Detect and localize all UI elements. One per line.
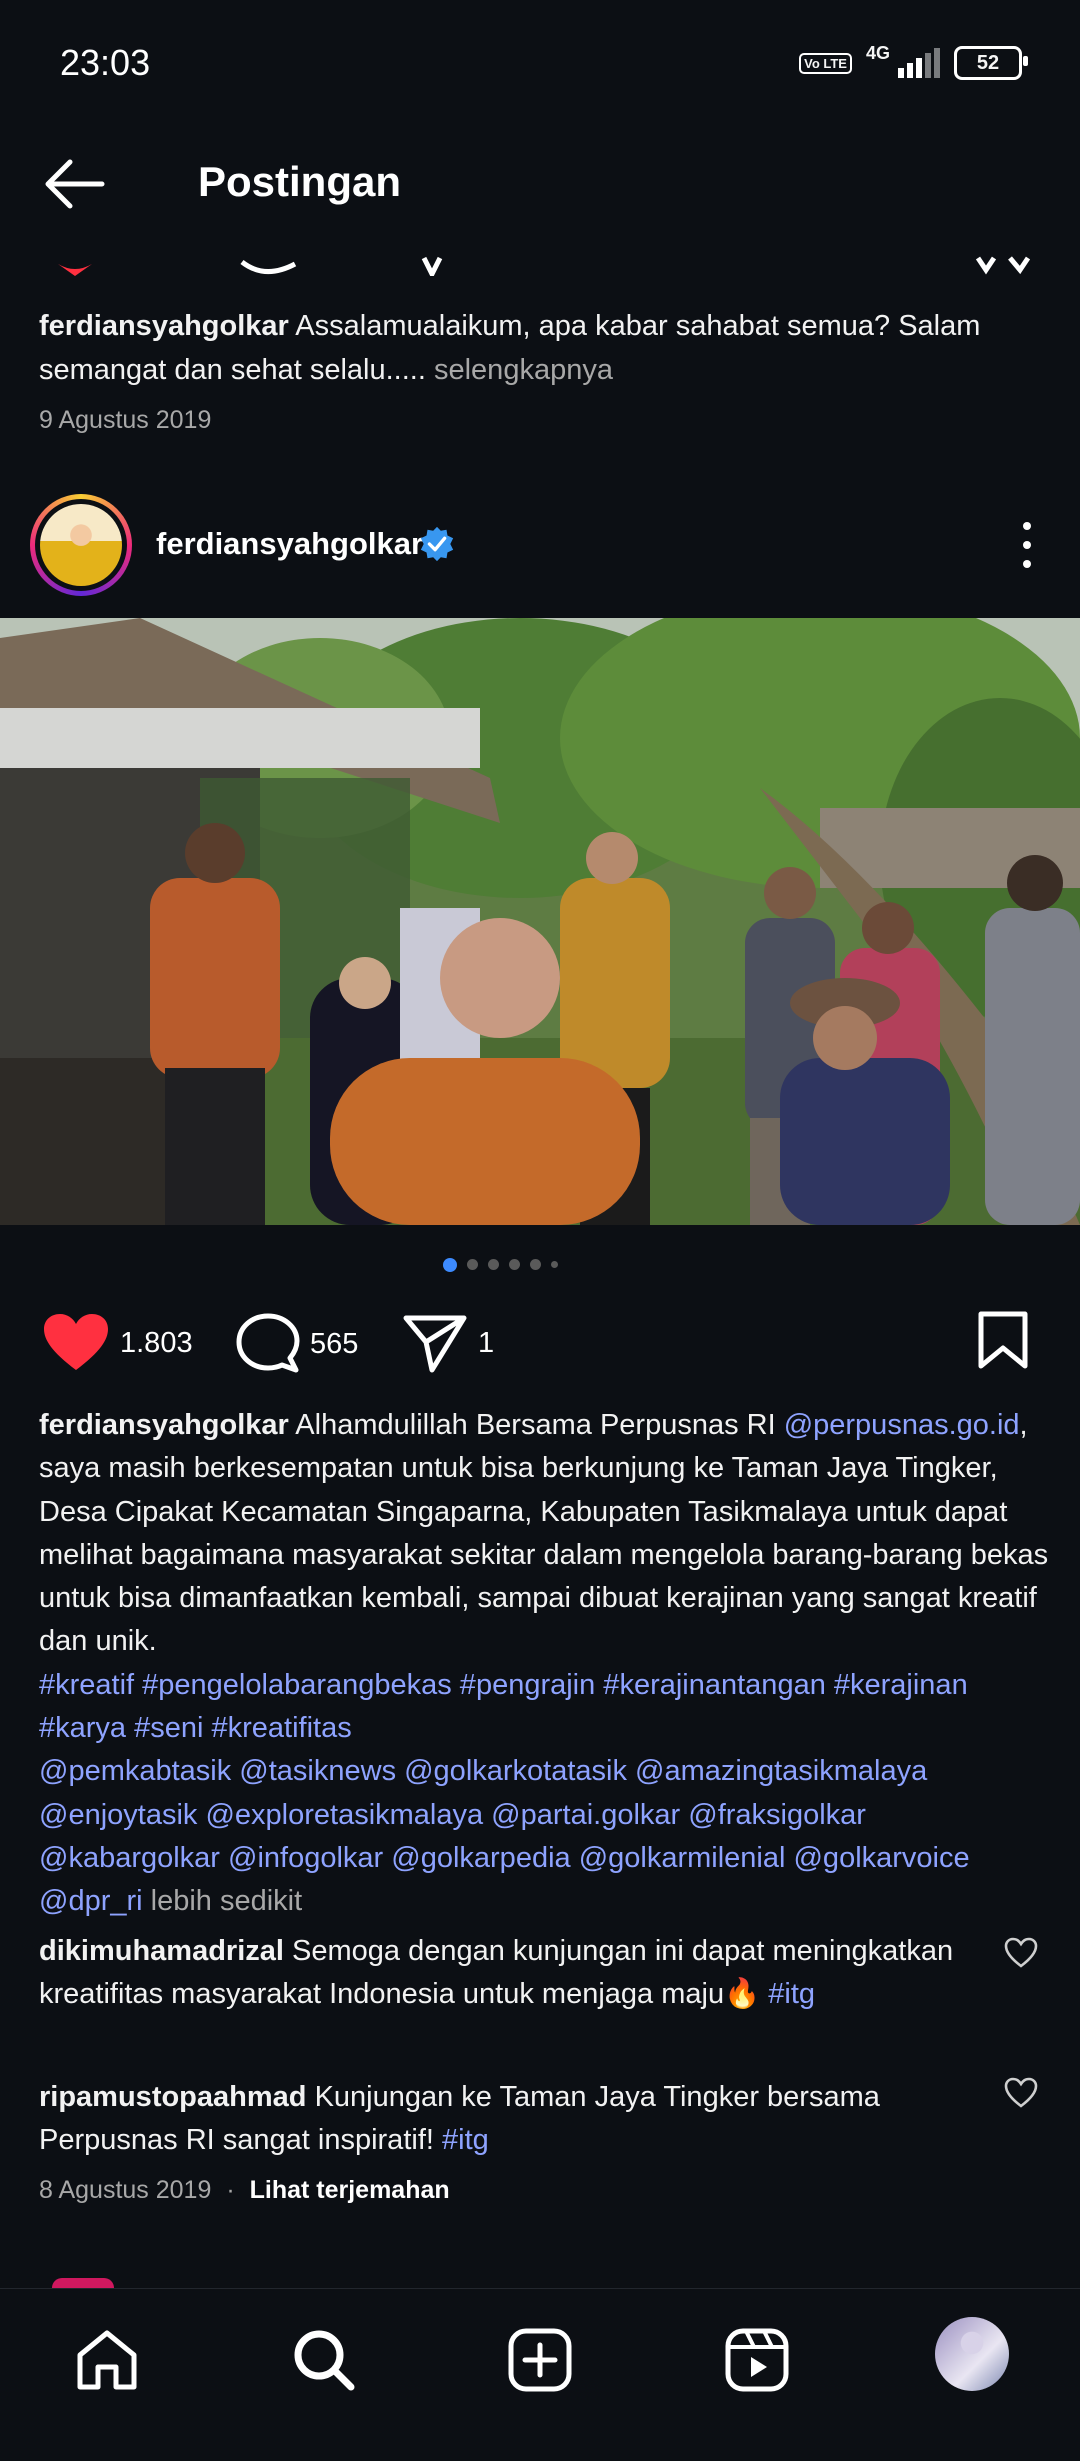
comment-like-icon[interactable] <box>1004 1936 1038 1970</box>
caption-mention[interactable]: @perpusnas.go.id <box>784 1409 1020 1441</box>
signal-icon <box>898 48 940 78</box>
share-button[interactable]: 1 <box>402 1312 494 1374</box>
status-bar: 23:03 Vo LTE 4G 52 <box>0 0 1080 130</box>
previous-post-username[interactable]: ferdiansyahgolkar <box>39 310 289 342</box>
previous-post-caption: ferdiansyahgolkar Assalamualaikum, apa k… <box>39 304 1049 392</box>
status-icons: Vo LTE 4G 52 <box>799 42 1028 80</box>
profile-avatar[interactable] <box>935 2317 1009 2391</box>
post-photo[interactable] <box>0 618 1080 1225</box>
bottom-navigation <box>0 2288 1080 2461</box>
post-actions: 1.803 565 1 <box>0 1300 1080 1390</box>
comment-hashtag[interactable]: #itg <box>442 2124 489 2156</box>
carousel-dot <box>508 1259 520 1270</box>
caption-text-2: , saya masih berkesempatan untuk bisa be… <box>39 1409 1049 1658</box>
more-link[interactable]: selengkapnya <box>434 354 613 386</box>
back-arrow-icon[interactable] <box>40 154 110 214</box>
send-icon <box>403 1315 467 1373</box>
reels-icon[interactable] <box>722 2325 792 2395</box>
post-caption: ferdiansyahgolkar Alhamdulillah Bersama … <box>39 1404 1051 1924</box>
volte-icon: Vo LTE <box>799 52 852 74</box>
comment-icon <box>236 1313 300 1373</box>
carousel-indicator <box>0 1258 1040 1272</box>
like-button[interactable]: 1.803 <box>42 1312 193 1374</box>
post-date: 8 Agustus 2019 <box>39 2176 212 2204</box>
previous-post-date: 9 Agustus 2019 <box>39 406 212 434</box>
carousel-dot <box>487 1259 499 1270</box>
create-post-icon[interactable] <box>505 2325 575 2395</box>
caption-text-1: Alhamdulillah Bersama Perpusnas RI <box>295 1409 776 1441</box>
comment-item: ripamustopaahmad Kunjungan ke Taman Jaya… <box>39 2076 969 2162</box>
carousel-dot <box>550 1261 558 1268</box>
search-icon[interactable] <box>289 2325 359 2395</box>
comment-count: 565 <box>310 1327 359 1360</box>
previous-post-actions <box>58 256 1031 276</box>
top-app-bar: Postingan <box>0 130 1080 240</box>
network-type: 4G <box>865 42 890 63</box>
status-time: 23:03 <box>60 42 151 83</box>
caption-username[interactable]: ferdiansyahgolkar <box>39 1409 289 1441</box>
carousel-dot-active <box>442 1258 457 1272</box>
like-count: 1.803 <box>120 1326 193 1359</box>
home-icon[interactable] <box>72 2325 142 2395</box>
verified-badge-icon <box>420 526 454 562</box>
caption-hashtags[interactable]: #kreatif #pengelolabarangbekas #pengraji… <box>39 1664 1051 1751</box>
meta-separator: · <box>226 2176 235 2204</box>
translate-link[interactable]: Lihat terjemahan <box>250 2176 450 2204</box>
comment-like-icon[interactable] <box>1004 2076 1038 2110</box>
battery-icon: 52 <box>954 46 1028 80</box>
post-meta: 8 Agustus 2019 · Lihat terjemahan <box>39 2176 450 2205</box>
less-link[interactable]: lebih sedikit <box>151 1885 303 1917</box>
comment-username[interactable]: ripamustopaahmad <box>39 2081 307 2113</box>
comment-button[interactable]: 565 <box>236 1312 358 1376</box>
post-header: ferdiansyahgolkar <box>0 490 1080 600</box>
next-post-avatar <box>52 2278 114 2288</box>
comment-username[interactable]: dikimuhamadrizal <box>39 1935 284 1967</box>
comment-hashtag[interactable]: #itg <box>768 1978 815 2010</box>
bookmark-icon[interactable] <box>976 1310 1030 1370</box>
carousel-dot <box>466 1259 478 1270</box>
more-options-icon[interactable] <box>1020 522 1034 568</box>
avatar <box>40 504 122 586</box>
battery-level: 52 <box>976 51 1000 74</box>
heart-filled-icon <box>44 1314 108 1370</box>
carousel-dot <box>529 1259 541 1270</box>
story-ring[interactable] <box>30 494 132 596</box>
page-title: Postingan <box>198 158 402 205</box>
share-count: 1 <box>478 1326 495 1359</box>
comment-item: dikimuhamadrizal Semoga dengan kunjungan… <box>39 1930 969 2016</box>
post-username[interactable]: ferdiansyahgolkar <box>156 526 423 562</box>
